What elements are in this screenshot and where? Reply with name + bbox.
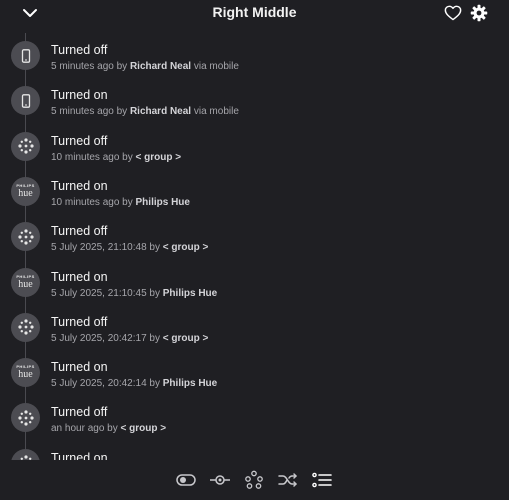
group-icon [17, 319, 34, 335]
event-actor: Philips Hue [162, 287, 218, 299]
event-by-label: by [107, 423, 118, 435]
event-title: Turned on [51, 178, 108, 193]
event-time: 10 minutes ago [51, 151, 120, 163]
event-by-label: by [116, 106, 128, 118]
event-time: 5 July 2025, 21:10:48 [51, 242, 147, 254]
hue-wordmark: hue [18, 278, 33, 290]
event-by-label: by [149, 287, 160, 299]
event-meta: 5 July 2025, 20:42:17 by < group > [51, 333, 208, 344]
event-by-label: by [149, 242, 160, 254]
history-item[interactable]: PHILIPS hue Turned on 5 July 2025, 21:10:45… [0, 260, 509, 304]
nav-device-button[interactable] [209, 469, 231, 491]
event-time: 5 minutes ago [51, 106, 114, 118]
history-list-icon [312, 472, 332, 488]
event-via: via mobile [193, 61, 239, 72]
shuffle-icon [278, 473, 297, 487]
group-icon [17, 410, 34, 426]
source-avatar [11, 312, 40, 342]
source-avatar [11, 41, 40, 70]
event-time: 5 July 2025, 20:42:17 [51, 332, 147, 344]
event-time: 10 minutes ago [51, 196, 120, 208]
bottom-nav [0, 460, 509, 500]
event-actor: < group > [162, 332, 209, 344]
group-icon [245, 470, 263, 489]
event-title: Turned off [51, 133, 108, 148]
event-by-label: by [122, 151, 133, 163]
philips-wordmark: PHILIPS [16, 273, 35, 279]
event-title: Turned off [51, 43, 108, 57]
nav-shuffle-button[interactable] [277, 469, 299, 491]
header-bar: Right Middle [0, 0, 509, 26]
history-item[interactable]: Turned off 5 July 2025, 21:10:48 by < gro… [0, 214, 509, 258]
hue-wordmark: hue [18, 369, 33, 381]
event-time: 5 July 2025, 20:42:14 [51, 378, 147, 390]
history-item[interactable]: Turned off 10 minutes ago by < group > [0, 124, 509, 168]
nav-toggle-button[interactable] [175, 469, 197, 491]
favorite-button[interactable] [442, 0, 464, 26]
toggle-icon [176, 474, 196, 486]
page-title: Right Middle [212, 4, 297, 20]
event-meta: 5 minutes ago by Richard Neal via mobile [51, 106, 239, 117]
event-by-label: by [149, 332, 160, 344]
source-avatar [11, 222, 40, 252]
event-actor: < group > [135, 151, 182, 163]
event-title: Turned on [51, 88, 108, 103]
philips-hue-logo: PHILIPS hue [11, 176, 40, 206]
phone-icon [21, 48, 30, 63]
event-meta: 5 minutes ago by Richard Neal via mobile [51, 61, 239, 72]
event-via: via mobile [193, 106, 239, 118]
event-meta: 5 July 2025, 21:10:48 by < group > [51, 242, 208, 253]
event-title: Turned off [51, 314, 108, 329]
event-actor: Philips Hue [135, 196, 190, 208]
event-meta: 10 minutes ago by Philips Hue [51, 197, 190, 208]
device-icon [210, 475, 230, 485]
event-actor: Richard Neal [129, 106, 192, 118]
event-title: Turned on [51, 269, 108, 284]
history-item[interactable]: Turned on [0, 441, 509, 460]
nav-group-button[interactable] [243, 469, 265, 491]
event-time: 5 July 2025, 21:10:45 [51, 287, 147, 299]
event-title: Turned on [51, 450, 108, 460]
event-actor: < group > [162, 242, 209, 254]
event-time: an hour ago [51, 423, 105, 435]
nav-history-button[interactable] [311, 469, 333, 491]
event-meta: 5 July 2025, 21:10:45 by Philips Hue [51, 288, 217, 299]
group-icon [17, 138, 34, 154]
event-actor: Philips Hue [162, 378, 218, 390]
phone-icon [21, 93, 30, 108]
event-by-label: by [122, 196, 133, 208]
event-meta: 10 minutes ago by < group > [51, 152, 181, 163]
event-actor: < group > [120, 423, 167, 435]
group-icon [17, 229, 34, 245]
source-avatar [11, 403, 40, 433]
hue-wordmark: hue [18, 187, 33, 199]
history-item[interactable]: PHILIPS hue Turned on 5 July 2025, 20:42:14… [0, 350, 509, 394]
philips-hue-logo: PHILIPS hue [11, 267, 40, 297]
settings-button[interactable] [468, 0, 490, 26]
history-feed[interactable]: Turned off 5 minutes ago by Richard Neal … [0, 33, 509, 460]
event-by-label: by [116, 61, 128, 72]
event-title: Turned off [51, 405, 108, 420]
event-by-label: by [149, 378, 160, 390]
history-item[interactable]: Turned off 5 minutes ago by Richard Neal … [0, 33, 509, 77]
event-title: Turned off [51, 224, 108, 239]
philips-hue-logo: PHILIPS hue [11, 358, 40, 388]
source-avatar [11, 86, 40, 116]
history-item[interactable]: Turned off an hour ago by < group > [0, 395, 509, 439]
history-item[interactable]: PHILIPS hue Turned on 10 minutes ago by Phi… [0, 169, 509, 213]
event-meta: 5 July 2025, 20:42:14 by Philips Hue [51, 378, 217, 389]
heart-outline-icon [444, 5, 462, 21]
gear-icon [470, 4, 488, 22]
event-title: Turned on [51, 360, 108, 375]
history-item[interactable]: Turned off 5 July 2025, 20:42:17 by < gro… [0, 305, 509, 349]
event-actor: Richard Neal [129, 61, 192, 72]
source-avatar [11, 131, 40, 161]
event-time: 5 minutes ago [51, 61, 114, 72]
history-item[interactable]: Turned on 5 minutes ago by Richard Neal v… [0, 78, 509, 122]
event-meta: an hour ago by < group > [51, 423, 166, 434]
source-avatar [11, 448, 40, 460]
